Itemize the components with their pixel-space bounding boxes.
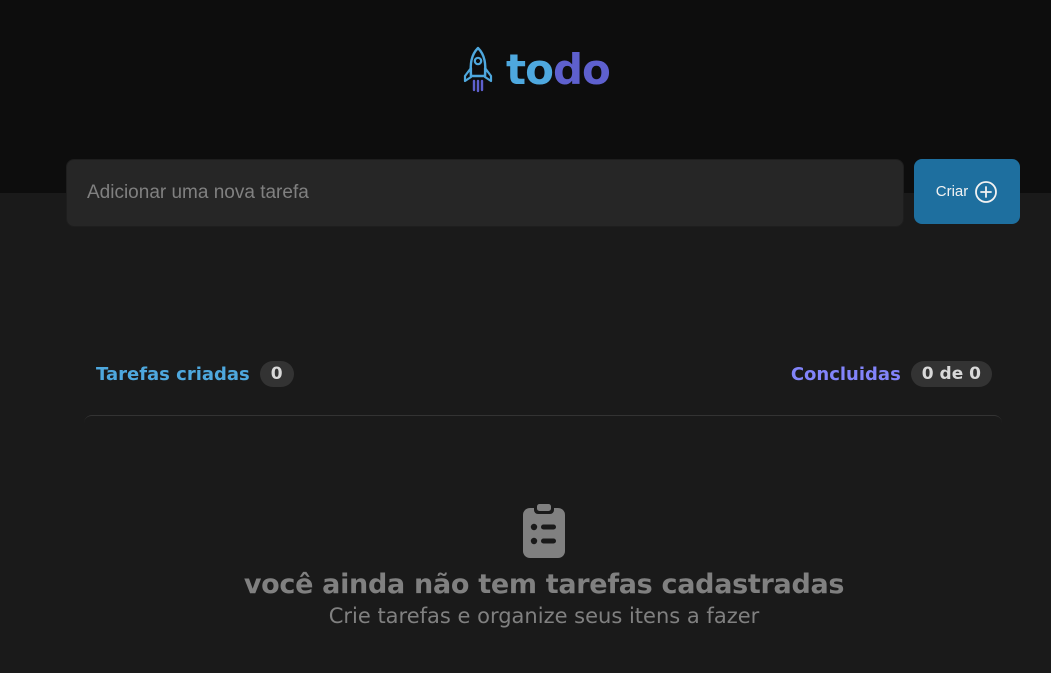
logo-text: todo	[506, 44, 611, 96]
created-tasks-label: Tarefas criadas	[96, 363, 250, 385]
created-tasks-counter: 0	[259, 361, 294, 387]
completed-tasks-label: Concluidas	[790, 363, 901, 385]
created-tasks-stat: Tarefas criadas 0	[96, 361, 294, 387]
empty-state: você ainda não tem tarefas cadastradas C…	[96, 500, 992, 630]
task-stats: Tarefas criadas 0 Concluidas 0 de 0	[96, 360, 992, 388]
create-button-label: Criar	[935, 183, 969, 200]
rocket-icon	[463, 46, 493, 93]
empty-state-title: você ainda não tem tarefas cadastradas	[243, 569, 845, 600]
logo-text-do: do	[552, 45, 611, 94]
create-button[interactable]: Criar	[914, 159, 1020, 224]
empty-state-subtitle: Crie tarefas e organize seus itens a faz…	[328, 604, 760, 628]
completed-tasks-stat: Concluidas 0 de 0	[791, 361, 992, 387]
new-task-input[interactable]	[66, 159, 904, 227]
logo-text-to: to	[506, 45, 554, 94]
logo: todo	[462, 44, 611, 96]
task-list-divider	[84, 415, 1002, 423]
clipboard-icon	[523, 502, 565, 558]
plus-circle-icon	[975, 180, 998, 203]
completed-tasks-counter: 0 de 0	[910, 361, 992, 387]
